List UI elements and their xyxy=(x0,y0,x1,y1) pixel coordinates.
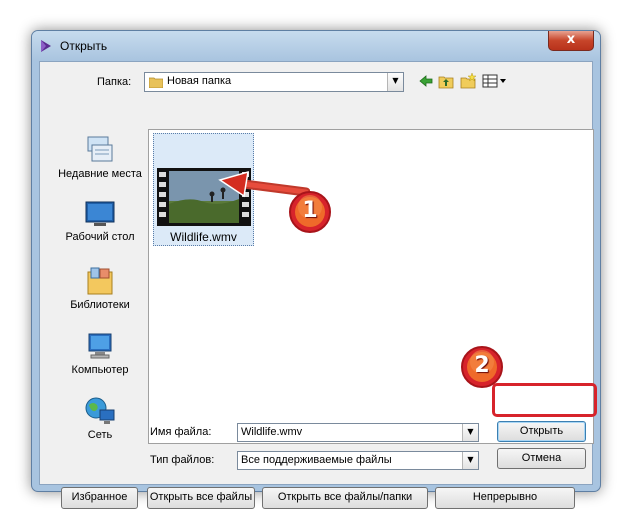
open-button[interactable]: Открыть xyxy=(497,421,586,442)
libraries-icon xyxy=(87,267,113,295)
continuous-button[interactable]: Непрерывно xyxy=(435,487,575,509)
filetype-label: Тип файлов: xyxy=(150,454,215,466)
close-button[interactable]: x xyxy=(548,31,594,51)
folder-value: Новая папка xyxy=(167,75,232,87)
place-desktop[interactable]: Рабочий стол xyxy=(54,200,146,244)
up-folder-icon[interactable] xyxy=(438,73,454,89)
place-libraries[interactable]: Библиотеки xyxy=(54,266,146,312)
open-button-highlight xyxy=(492,383,597,417)
filename-label: Имя файла: xyxy=(150,426,212,438)
filename-input[interactable]: Wildlife.wmv ▼ xyxy=(237,423,479,442)
open-all-files-button[interactable]: Открыть все файлы xyxy=(147,487,255,509)
chevron-down-icon[interactable]: ▼ xyxy=(462,452,478,469)
place-computer[interactable]: Компьютер xyxy=(54,331,146,377)
network-icon xyxy=(85,397,115,424)
place-network[interactable]: Сеть xyxy=(54,396,146,442)
step-1-label: 1 xyxy=(302,198,318,223)
place-label: Рабочий стол xyxy=(65,231,135,243)
place-recent[interactable]: Недавние места xyxy=(54,133,146,181)
computer-icon xyxy=(88,333,112,359)
chevron-down-icon[interactable]: ▼ xyxy=(462,424,478,441)
filetype-select[interactable]: Все поддерживаемые файлы ▼ xyxy=(237,451,479,470)
app-logo-icon xyxy=(41,40,51,52)
favorites-button[interactable]: Избранное xyxy=(61,487,138,509)
step-badge-1: 1 xyxy=(288,190,332,234)
desktop-icon xyxy=(85,201,115,226)
place-label: Сеть xyxy=(87,429,113,441)
place-label: Недавние места xyxy=(58,168,142,180)
filename-value: Wildlife.wmv xyxy=(241,426,303,438)
new-folder-icon[interactable] xyxy=(460,73,476,89)
view-menu-icon[interactable] xyxy=(482,73,508,89)
filetype-value: Все поддерживаемые файлы xyxy=(241,454,392,466)
open-dialog-window: Открыть x Папка: Новая папка ▼ Недавние … xyxy=(31,30,601,509)
folder-icon xyxy=(149,77,163,88)
open-all-files-folders-button[interactable]: Открыть все файлы/папки xyxy=(262,487,428,509)
back-arrow-icon[interactable] xyxy=(418,73,434,89)
cancel-button[interactable]: Отмена xyxy=(497,448,586,469)
place-label: Компьютер xyxy=(71,364,129,376)
dialog-body: Папка: Новая папка ▼ Недавние места Рабо… xyxy=(39,61,594,509)
title-bar[interactable]: Открыть x xyxy=(32,31,600,61)
file-name: Wildlife.wmv xyxy=(170,230,237,244)
window-title: Открыть xyxy=(60,39,108,53)
folder-label: Папка: xyxy=(97,76,132,88)
chevron-down-icon[interactable]: ▼ xyxy=(387,73,403,91)
recent-places-icon xyxy=(87,136,113,162)
step-2-label: 2 xyxy=(474,353,490,378)
place-label: Библиотеки xyxy=(70,299,130,311)
folder-dropdown[interactable]: Новая папка ▼ xyxy=(144,72,404,92)
